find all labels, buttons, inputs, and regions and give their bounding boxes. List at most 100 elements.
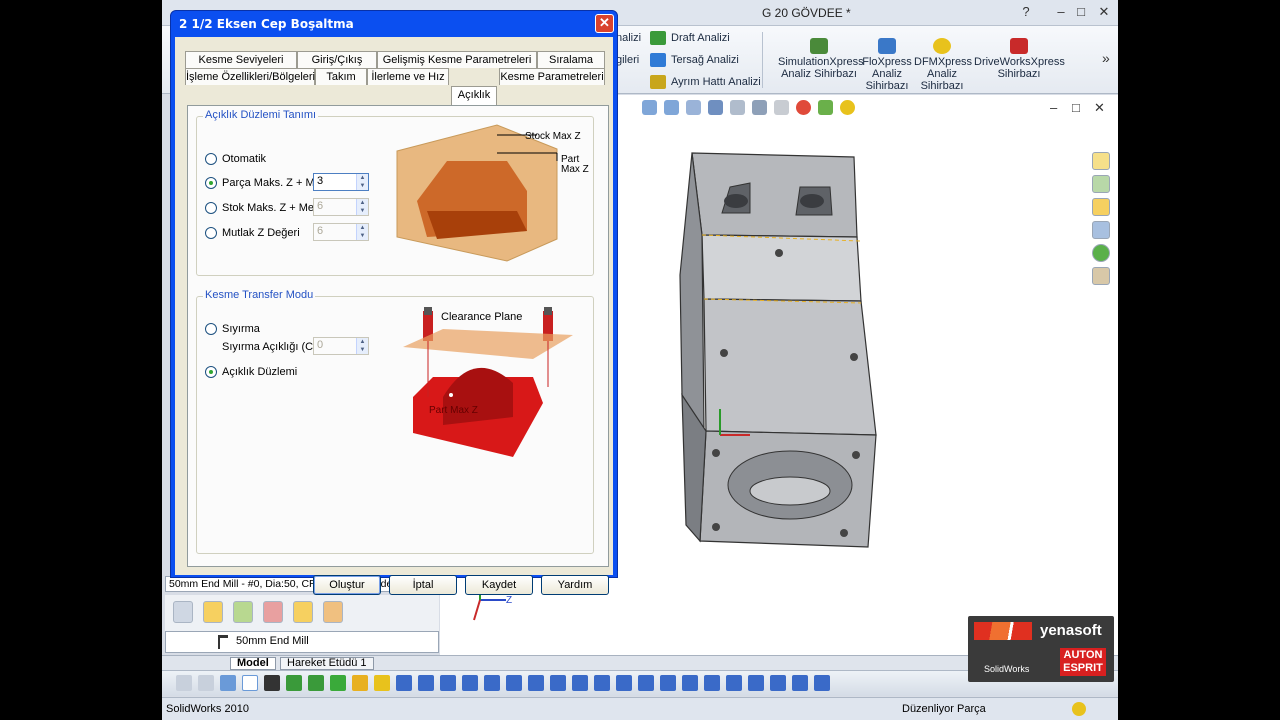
- radio-automatic[interactable]: Otomatik: [205, 153, 266, 165]
- floxpress-button[interactable]: FloXpress Analiz Sihirbazı: [862, 38, 912, 92]
- chamfer-icon[interactable]: [484, 675, 500, 691]
- zoom-icon[interactable]: [814, 675, 830, 691]
- radio-stock-max-z[interactable]: Stok Maks. Z + Mes: [205, 202, 320, 214]
- absolute-z-input[interactable]: 6 ▲ ▼: [313, 223, 369, 241]
- skim-clearance-input[interactable]: 0 ▲ ▼: [313, 337, 369, 355]
- tab-model[interactable]: Model: [230, 657, 276, 670]
- simulationxpress-button[interactable]: SimulationXpress Analiz Sihirbazı: [778, 38, 864, 80]
- thread-icon[interactable]: [462, 675, 478, 691]
- simulate-icon[interactable]: [528, 675, 544, 691]
- surface-icon[interactable]: [440, 675, 456, 691]
- part-max-z-input[interactable]: 3 ▲ ▼: [313, 173, 369, 191]
- close-app-button[interactable]: ✕: [1095, 4, 1113, 20]
- plane-icon[interactable]: [638, 675, 654, 691]
- custom-properties-icon[interactable]: [1092, 267, 1110, 285]
- folder-icon[interactable]: [1092, 198, 1110, 216]
- select-arrow-icon[interactable]: [242, 675, 258, 691]
- filter-icon[interactable]: [176, 675, 192, 691]
- ribbon-more-button[interactable]: »: [1102, 50, 1110, 66]
- point-icon[interactable]: [682, 675, 698, 691]
- help-dialog-button[interactable]: Yardım: [541, 575, 609, 595]
- axis-icon[interactable]: [660, 675, 676, 691]
- section-view-icon[interactable]: [708, 100, 723, 115]
- rotate-icon[interactable]: [770, 675, 786, 691]
- radio-part-max-z[interactable]: Parça Maks. Z + M: [205, 177, 315, 189]
- doc-close-button[interactable]: ✕: [1094, 100, 1105, 116]
- tool-remove-icon[interactable]: [263, 601, 283, 623]
- tool-icon[interactable]: [173, 601, 193, 623]
- maximize-button[interactable]: □: [1072, 4, 1090, 20]
- appearance-icon[interactable]: [796, 100, 811, 115]
- tab-machining-features[interactable]: İşleme Özellikleri/Bölgeleri: [185, 68, 315, 85]
- tab-feed-speed[interactable]: İlerleme ve Hız: [367, 68, 449, 85]
- stock-max-z-stepper[interactable]: ▲ ▼: [356, 199, 368, 215]
- zoom-fit-icon[interactable]: [642, 100, 657, 115]
- doc-restore-button[interactable]: □: [1072, 100, 1080, 115]
- folder-icon[interactable]: [203, 601, 223, 623]
- dialog-close-button[interactable]: ✕: [595, 14, 614, 33]
- stock-icon[interactable]: [330, 675, 346, 691]
- feature-icon[interactable]: [616, 675, 632, 691]
- contour-icon[interactable]: [418, 675, 434, 691]
- appearances-icon[interactable]: [1092, 244, 1110, 262]
- tool-settings-icon[interactable]: [323, 601, 343, 623]
- view-palette-icon[interactable]: [1092, 221, 1110, 239]
- display-style-icon[interactable]: [752, 100, 767, 115]
- tab-cut-levels[interactable]: Kesme Seviyeleri: [185, 51, 297, 68]
- undercut-analysis-button[interactable]: Tersağ Analizi: [650, 53, 739, 67]
- create-button[interactable]: Oluştur: [313, 575, 381, 595]
- radio-absolute-z[interactable]: Mutlak Z Değeri: [205, 227, 300, 239]
- shade-icon[interactable]: [726, 675, 742, 691]
- driveworksxpress-button[interactable]: DriveWorksXpress Sihirbazı: [974, 38, 1065, 80]
- settings-icon[interactable]: [594, 675, 610, 691]
- driveworks-icon: [1010, 38, 1028, 54]
- tab-clearance[interactable]: Açıklık: [451, 86, 497, 105]
- scene-icon[interactable]: [818, 100, 833, 115]
- selection-icon[interactable]: [220, 675, 236, 691]
- radio-skim[interactable]: Sıyırma: [205, 323, 260, 335]
- wireframe-icon[interactable]: [704, 675, 720, 691]
- tab-sequencing[interactable]: Sıralama: [537, 51, 605, 68]
- hide-show-icon[interactable]: [774, 100, 789, 115]
- measure-icon[interactable]: [748, 675, 764, 691]
- library-icon[interactable]: [1092, 175, 1110, 193]
- nc-code-icon[interactable]: [550, 675, 566, 691]
- tab-advanced-cut-params[interactable]: Gelişmiş Kesme Parametreleri: [377, 51, 537, 68]
- tab-motion-study[interactable]: Hareket Etüdü 1: [280, 657, 374, 670]
- engrave-icon[interactable]: [506, 675, 522, 691]
- zoom-area-icon[interactable]: [664, 100, 679, 115]
- parting-line-analysis-button[interactable]: Ayrım Hattı Analizi: [650, 75, 761, 89]
- stock-max-z-input[interactable]: 6 ▲ ▼: [313, 198, 369, 216]
- folder-tool-icon[interactable]: [293, 601, 313, 623]
- toolpath-icon[interactable]: [286, 675, 302, 691]
- cancel-button[interactable]: İptal: [389, 575, 457, 595]
- minimize-button[interactable]: –: [1052, 4, 1070, 20]
- help-button[interactable]: ?: [1017, 4, 1035, 20]
- rebuild-icon[interactable]: [1072, 702, 1086, 716]
- pocket-icon[interactable]: [374, 675, 390, 691]
- save-button[interactable]: Kaydet: [465, 575, 533, 595]
- view-settings-icon[interactable]: [840, 100, 855, 115]
- tab-entry-exit[interactable]: Giriş/Çıkış: [297, 51, 377, 68]
- radio-clearance-plane[interactable]: Açıklık Düzlemi: [205, 366, 297, 378]
- drill-icon[interactable]: [396, 675, 412, 691]
- tree-item-end-mill[interactable]: 50mm End Mill: [236, 635, 309, 647]
- post-icon[interactable]: [572, 675, 588, 691]
- mill-icon[interactable]: [352, 675, 368, 691]
- skim-clearance-stepper[interactable]: ▲ ▼: [356, 338, 368, 354]
- home-icon[interactable]: [1092, 152, 1110, 170]
- tab-tool[interactable]: Takım: [315, 68, 367, 85]
- absolute-z-stepper[interactable]: ▲ ▼: [356, 224, 368, 240]
- part-max-z-stepper[interactable]: ▲ ▼: [356, 174, 368, 190]
- view-orientation-icon[interactable]: [730, 100, 745, 115]
- previous-view-icon[interactable]: [686, 100, 701, 115]
- operation-icon[interactable]: [308, 675, 324, 691]
- pan-icon[interactable]: [792, 675, 808, 691]
- doc-minimize-button[interactable]: –: [1050, 100, 1057, 115]
- draft-analysis-button[interactable]: Draft Analizi: [650, 31, 730, 45]
- folder-add-icon[interactable]: [233, 601, 253, 623]
- cursor-icon[interactable]: [264, 675, 280, 691]
- filter2-icon[interactable]: [198, 675, 214, 691]
- dfmxpress-button[interactable]: DFMXpress Analiz Sihirbazı: [914, 38, 972, 92]
- tab-cut-params[interactable]: Kesme Parametreleri: [499, 68, 605, 85]
